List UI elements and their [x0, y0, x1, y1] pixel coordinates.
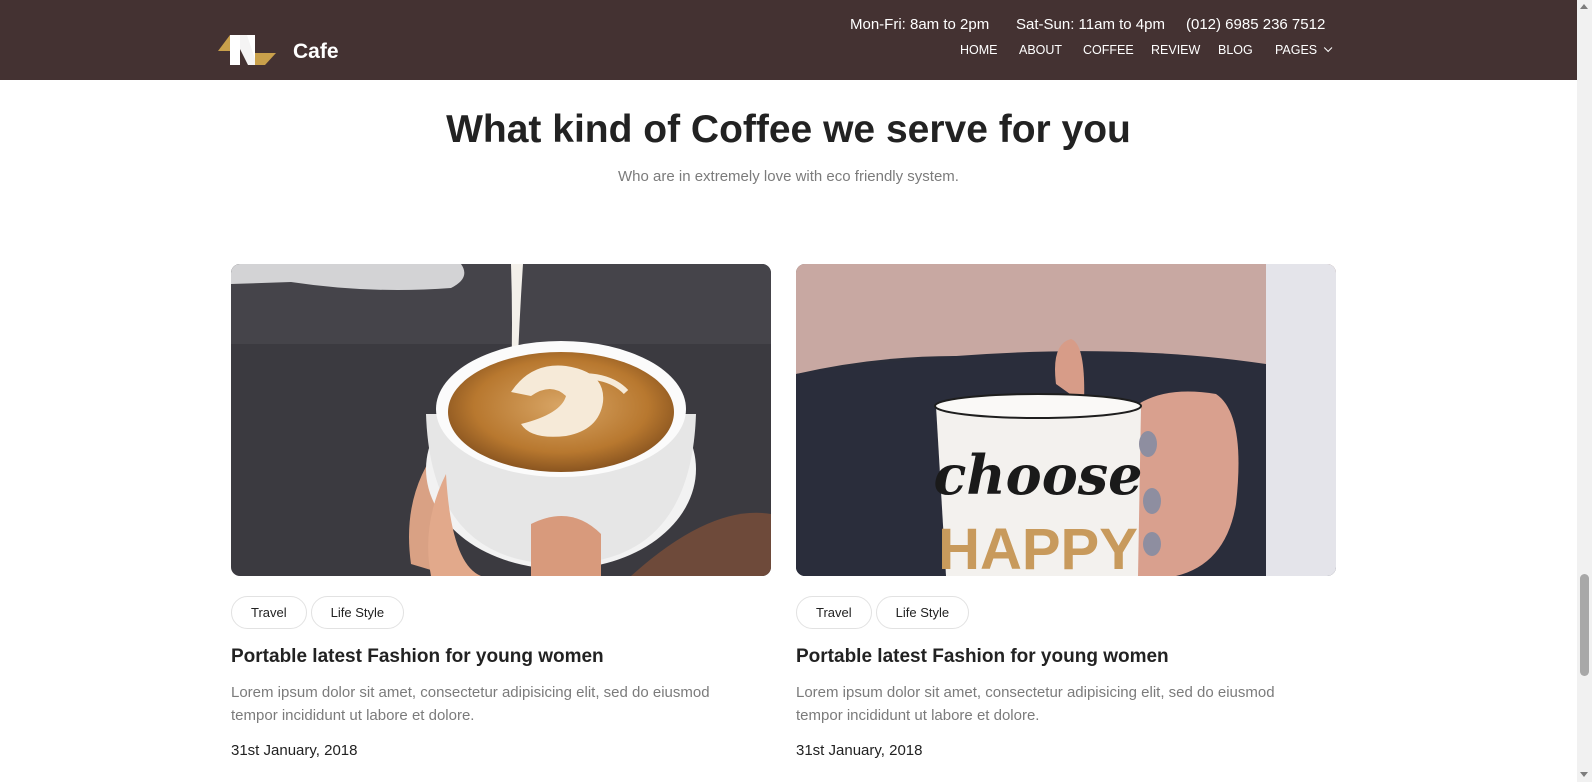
blog-card: Travel Life Style Portable latest Fashio… — [231, 264, 771, 759]
blog-card: choose HAPPY Travel Life Style Portable … — [796, 264, 1336, 759]
scrollbar-thumb[interactable] — [1580, 574, 1589, 676]
tag-travel[interactable]: Travel — [231, 596, 307, 629]
scroll-up-arrow-icon[interactable] — [1580, 4, 1588, 9]
card-excerpt: Lorem ipsum dolor sit amet, consectetur … — [796, 684, 1275, 724]
card-title[interactable]: Portable latest Fashion for young women — [231, 646, 604, 668]
cafe-logo-icon[interactable] — [218, 35, 280, 69]
tag-list: Travel Life Style — [796, 596, 970, 629]
brand-name[interactable]: Cafe — [293, 40, 339, 64]
nav-about[interactable]: ABOUT — [1019, 43, 1062, 57]
card-date: 31st January, 2018 — [231, 742, 358, 759]
choose-happy-mug-photo[interactable]: choose HAPPY — [796, 264, 1336, 576]
tag-life-style[interactable]: Life Style — [310, 596, 405, 629]
site-header: Cafe Mon-Fri: 8am to 2pm Sat-Sun: 11am t… — [0, 0, 1577, 80]
card-title[interactable]: Portable latest Fashion for young women — [796, 646, 1169, 668]
chevron-down-icon — [1324, 43, 1333, 53]
nav-pages[interactable]: PAGES — [1275, 43, 1333, 57]
nav-blog[interactable]: BLOG — [1218, 43, 1253, 57]
nav-coffee[interactable]: COFFEE — [1083, 43, 1134, 57]
nav-pages-label: PAGES — [1275, 43, 1318, 57]
card-date: 31st January, 2018 — [796, 742, 923, 759]
section-subtitle: Who are in extremely love with eco frien… — [618, 168, 959, 185]
card-excerpt: Lorem ipsum dolor sit amet, consectetur … — [231, 684, 710, 724]
nav-review[interactable]: REVIEW — [1151, 43, 1200, 57]
mug-text-choose: choose — [934, 443, 1143, 507]
mug-text-happy: HAPPY — [938, 517, 1138, 576]
nav-home[interactable]: HOME — [960, 43, 998, 57]
weekend-hours: Sat-Sun: 11am to 4pm — [1016, 16, 1165, 33]
latte-art-photo[interactable] — [231, 264, 771, 576]
scroll-down-arrow-icon[interactable] — [1580, 772, 1588, 777]
phone-number[interactable]: (012) 6985 236 7512 — [1186, 16, 1325, 33]
tag-life-style[interactable]: Life Style — [875, 596, 970, 629]
weekday-hours: Mon-Fri: 8am to 2pm — [850, 16, 990, 33]
tag-travel[interactable]: Travel — [796, 596, 872, 629]
section-title: What kind of Coffee we serve for you — [446, 108, 1131, 151]
tag-list: Travel Life Style — [231, 596, 405, 629]
